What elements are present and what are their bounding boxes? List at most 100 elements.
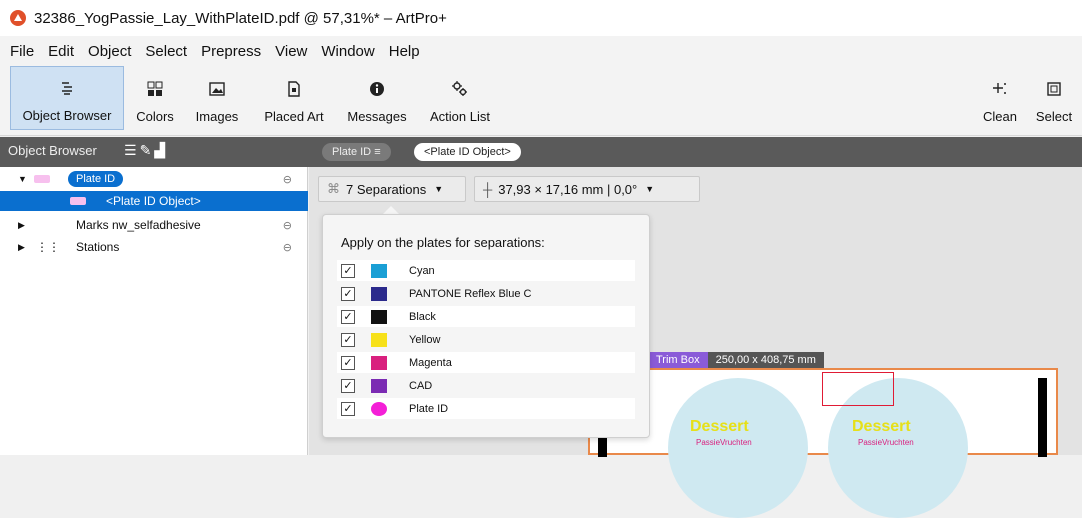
title-bar: 32386_YogPassie_Lay_WithPlateID.pdf @ 57… xyxy=(0,0,1082,36)
separation-swatch xyxy=(371,378,387,393)
chevron-down-icon: ▼ xyxy=(434,184,444,194)
label-brand: Dessert xyxy=(852,418,911,435)
select-frame-icon xyxy=(1044,79,1064,99)
registration-bar xyxy=(1038,378,1047,457)
gears-icon xyxy=(450,79,470,99)
separation-swatch xyxy=(371,355,387,370)
messages-button[interactable]: Messages xyxy=(340,66,414,130)
main-toolbar: Object Browser Colors Images Placed Art … xyxy=(0,66,1082,136)
object-browser-label: Object Browser xyxy=(22,108,112,123)
object-browser-button[interactable]: Object Browser xyxy=(10,66,124,130)
separation-name: Plate ID xyxy=(409,402,449,415)
separation-row-plate-id[interactable]: ✓ Plate ID xyxy=(337,398,635,419)
separation-row-cyan[interactable]: ✓ Cyan xyxy=(337,260,635,281)
dimensions-dropdown[interactable]: ┼ 37,93 × 17,16 mm | 0,0° ▼ xyxy=(474,176,700,202)
separation-name: CAD xyxy=(409,379,433,392)
tree-label-stations: Stations xyxy=(76,240,120,254)
popup-heading: Apply on the plates for separations: xyxy=(341,235,545,250)
separation-checkbox[interactable]: ✓ xyxy=(341,332,355,347)
tag-icon xyxy=(34,175,50,183)
menu-select[interactable]: Select xyxy=(145,43,187,60)
clean-button[interactable]: Clean xyxy=(978,66,1022,130)
separation-row-pantone-reflex-blue[interactable]: ✓ PANTONE Reflex Blue C xyxy=(337,283,635,304)
separation-row-black[interactable]: ✓ Black xyxy=(337,306,635,327)
chevron-down-icon: ▼ xyxy=(645,184,655,194)
list-view-icon[interactable]: ☰ xyxy=(124,142,140,158)
separation-row-yellow[interactable]: ✓ Yellow xyxy=(337,329,635,350)
panel-header-bar: Object Browser ☰✎▟ Plate ID ≡ <Plate ID … xyxy=(0,137,1082,167)
separation-name: Cyan xyxy=(409,264,435,277)
menu-help[interactable]: Help xyxy=(389,43,420,60)
separation-swatch xyxy=(371,401,387,416)
separations-popup: Apply on the plates for separations: ✓ C… xyxy=(322,214,650,438)
window-title: 32386_YogPassie_Lay_WithPlateID.pdf @ 57… xyxy=(34,9,447,27)
separation-name: PANTONE Reflex Blue C xyxy=(409,287,532,300)
separation-row-cad[interactable]: ✓ CAD xyxy=(337,375,635,396)
placed-art-label: Placed Art xyxy=(264,109,324,124)
images-label: Images xyxy=(195,109,239,124)
label-brand: Dessert xyxy=(690,418,749,435)
separations-dropdown[interactable]: ⌘ 7 Separations ▼ xyxy=(318,176,466,202)
breadcrumb-plate-id-object[interactable]: <Plate ID Object> xyxy=(414,143,521,161)
separation-checkbox[interactable]: ✓ xyxy=(341,401,355,416)
separation-row-magenta[interactable]: ✓ Magenta xyxy=(337,352,635,373)
crosshair-icon: ┼ xyxy=(483,181,493,197)
separations-icon: ⌘ xyxy=(327,181,340,196)
menu-bar: File Edit Object Select Prepress View Wi… xyxy=(0,36,1082,66)
images-icon xyxy=(207,79,227,99)
lock-icon[interactable]: ⊖ xyxy=(283,241,292,254)
tree-label-marks: Marks nw_selfadhesive xyxy=(76,218,201,232)
panel-tools: ☰✎▟ xyxy=(124,142,168,159)
dimensions-value: 37,93 × 17,16 mm | 0,0° xyxy=(498,181,638,197)
tree-item-marks[interactable]: ▶ Marks nw_selfadhesive ⊖ xyxy=(0,215,308,235)
separation-swatch xyxy=(371,309,387,324)
action-list-button[interactable]: Action List xyxy=(422,66,498,130)
menu-view[interactable]: View xyxy=(275,43,307,60)
menu-prepress[interactable]: Prepress xyxy=(201,43,261,60)
label-artwork[interactable]: Dessert PassieVruchten xyxy=(668,378,808,518)
lock-icon[interactable]: ⊖ xyxy=(283,173,292,186)
collapse-arrow-icon[interactable]: ▶ xyxy=(18,242,25,253)
collapse-arrow-icon[interactable]: ▶ xyxy=(18,220,25,231)
label-subtitle: PassieVruchten xyxy=(696,438,752,447)
breadcrumb-plate-id[interactable]: Plate ID ≡ xyxy=(322,143,391,161)
separations-value: 7 Separations xyxy=(346,181,427,197)
tree-item-stations[interactable]: ▶ ⋮⋮ Stations ⊖ xyxy=(0,237,308,257)
colors-icon xyxy=(145,79,165,99)
stations-icon: ⋮⋮ xyxy=(36,240,60,254)
menu-window[interactable]: Window xyxy=(321,43,374,60)
separation-swatch xyxy=(371,332,387,347)
separation-checkbox[interactable]: ✓ xyxy=(341,378,355,393)
tree-label-plate-id-object: <Plate ID Object> xyxy=(106,194,201,208)
separation-checkbox[interactable]: ✓ xyxy=(341,263,355,278)
tree-item-plate-id-object[interactable]: <Plate ID Object> xyxy=(0,191,308,211)
lock-icon[interactable]: ⊖ xyxy=(283,219,292,232)
object-browser-tree: ▼ Plate ID ⊖ <Plate ID Object> ▶ Marks n… xyxy=(0,167,308,455)
menu-file[interactable]: File xyxy=(10,43,34,60)
separation-name: Yellow xyxy=(409,333,441,346)
plate-id-object-selection[interactable] xyxy=(822,372,894,406)
separation-checkbox[interactable]: ✓ xyxy=(341,309,355,324)
images-button[interactable]: Images xyxy=(187,66,247,130)
separation-name: Magenta xyxy=(409,356,452,369)
colors-button[interactable]: Colors xyxy=(130,66,180,130)
tag-icon[interactable]: ✎ xyxy=(140,142,155,158)
separation-checkbox[interactable]: ✓ xyxy=(341,286,355,301)
action-list-label: Action List xyxy=(430,109,490,124)
tree-item-plate-id[interactable]: ▼ Plate ID ⊖ xyxy=(0,169,308,189)
menu-edit[interactable]: Edit xyxy=(48,43,74,60)
info-icon xyxy=(367,79,387,99)
messages-label: Messages xyxy=(347,109,407,124)
label-subtitle: PassieVruchten xyxy=(858,438,914,447)
placed-art-icon xyxy=(284,79,304,99)
clean-label: Clean xyxy=(983,109,1017,124)
stack-icon[interactable]: ▟ xyxy=(154,142,168,158)
placed-art-button[interactable]: Placed Art xyxy=(256,66,332,130)
expand-arrow-icon[interactable]: ▼ xyxy=(18,174,27,184)
separation-checkbox[interactable]: ✓ xyxy=(341,355,355,370)
menu-object[interactable]: Object xyxy=(88,43,131,60)
select-label: Select xyxy=(1035,109,1073,124)
separation-name: Black xyxy=(409,310,436,323)
select-button[interactable]: Select xyxy=(1030,66,1078,130)
panel-title: Object Browser xyxy=(8,143,97,158)
